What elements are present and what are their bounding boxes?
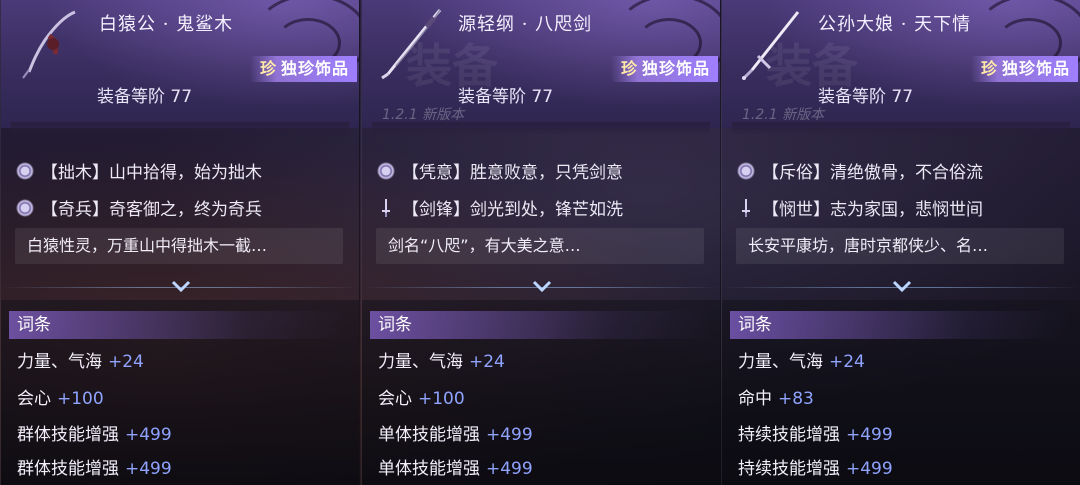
stats-header: 词条 [9, 311, 349, 339]
stat-value: +499 [125, 425, 172, 445]
effect-text: 【斥俗】清绝傲骨，不合俗流 [762, 163, 983, 183]
effect-line: 【拙木】山中拾得，始为拙木 [15, 152, 355, 189]
stat-row: 持续技能增强 +499 [738, 420, 893, 445]
item-description[interactable]: 长安平康坊，唐时京都侠少、名… [736, 228, 1064, 264]
stat-value: +499 [846, 425, 893, 445]
stat-value: +83 [778, 389, 814, 409]
stat-value: +24 [469, 352, 505, 372]
stat-name: 力量、气海 [17, 352, 102, 372]
effect-text: 【悯世】志为家国，悲悯世间 [762, 200, 983, 220]
effect-line: 【悯世】志为家国，悲悯世间 [736, 189, 1076, 226]
effect-text: 【剑锋】剑光到处，锋芒如洗 [402, 200, 623, 220]
item-description[interactable]: 剑名“八咫”，有大美之意… [376, 228, 704, 264]
stat-row: 力量、气海 +24 [378, 347, 505, 372]
rarity-label: 独珍饰品 [1001, 59, 1070, 78]
stat-value: +100 [418, 389, 465, 409]
effect-list: 【斥俗】清绝傲骨，不合俗流 【悯世】志为家国，悲悯世间 [736, 152, 1076, 226]
stat-row: 命中 +83 [738, 384, 814, 409]
scrolled-header-fragment [732, 122, 1070, 134]
effect-text: 【奇兵】奇客御之，终为奇兵 [41, 200, 262, 220]
stat-name: 会心 [378, 389, 412, 409]
stat-name: 持续技能增强 [738, 425, 840, 445]
stat-row: 力量、气海 +24 [738, 347, 865, 372]
flower-icon [15, 160, 35, 181]
effect-text: 【拙木】山中拾得，始为拙木 [41, 163, 262, 183]
watermark-version: 1.2.1 新版本 [742, 107, 825, 123]
stat-name: 持续技能增强 [738, 459, 840, 479]
item-title: 源轻纲 · 八咫剑 [458, 14, 593, 35]
stat-row: 群体技能增强 +499 [17, 454, 172, 479]
flower-icon [15, 197, 35, 218]
rarity-label: 独珍饰品 [280, 59, 349, 78]
stat-value: +499 [486, 425, 533, 445]
curved-sword-icon [376, 6, 446, 80]
stat-row: 持续技能增强 +499 [738, 454, 893, 479]
stat-row: 会心 +100 [378, 384, 465, 409]
rarity-label: 独珍饰品 [641, 59, 710, 78]
item-card-whip[interactable]: 白猿公 · 鬼鲨木 珍独珍饰品 装备等阶 77 【拙木】山中拾得，始为拙木 【奇… [0, 0, 360, 485]
stat-value: +100 [57, 389, 104, 409]
sword-icon [736, 198, 756, 218]
stat-name: 单体技能增强 [378, 425, 480, 445]
straight-sword-icon [736, 6, 806, 80]
item-card-straight-sword[interactable]: 装备 1.2.1 新版本 公孙大娘 · 天下情 珍独珍饰品 装备等阶 77 【斥… [721, 0, 1080, 485]
stat-name: 力量、气海 [738, 352, 823, 372]
effect-line: 【剑锋】剑光到处，锋芒如洗 [376, 189, 716, 226]
stat-row: 力量、气海 +24 [17, 347, 144, 372]
rarity-prefix: 珍 [980, 59, 998, 78]
rarity-badge: 珍独珍饰品 [249, 56, 357, 82]
stat-value: +499 [125, 459, 172, 479]
item-description[interactable]: 白猿性灵，万重山中得拙木一截… [15, 228, 343, 264]
rarity-prefix: 珍 [259, 59, 277, 78]
stat-value: +499 [846, 459, 893, 479]
stat-row: 单体技能增强 +499 [378, 454, 533, 479]
chevron-down-icon[interactable] [169, 279, 193, 295]
effect-text: 【凭意】胜意败意，只凭剑意 [402, 163, 623, 183]
rarity-badge: 珍独珍饰品 [610, 56, 718, 82]
chevron-down-icon[interactable] [890, 279, 914, 295]
whip-icon [15, 6, 85, 80]
stat-name: 单体技能增强 [378, 459, 480, 479]
stat-value: +24 [108, 352, 144, 372]
flower-icon [376, 160, 396, 181]
sword-icon [376, 198, 396, 218]
chevron-down-icon[interactable] [530, 279, 554, 295]
effect-line: 【斥俗】清绝傲骨，不合俗流 [736, 152, 1076, 189]
scrolled-header-fragment [372, 122, 710, 134]
item-title: 公孙大娘 · 天下情 [818, 14, 972, 35]
effect-list: 【拙木】山中拾得，始为拙木 【奇兵】奇客御之，终为奇兵 [15, 152, 355, 226]
stat-row: 群体技能增强 +499 [17, 420, 172, 445]
watermark-version: 1.2.1 新版本 [382, 107, 465, 123]
stat-value: +499 [486, 459, 533, 479]
equipment-grade: 装备等阶 77 [458, 87, 554, 107]
stat-row: 会心 +100 [17, 384, 104, 409]
flower-icon [736, 160, 756, 181]
item-title: 白猿公 · 鬼鲨木 [99, 14, 234, 35]
equipment-grade: 装备等阶 77 [818, 87, 914, 107]
equipment-grade: 装备等阶 77 [97, 87, 193, 107]
rarity-prefix: 珍 [620, 59, 638, 78]
rarity-badge: 珍独珍饰品 [970, 56, 1078, 82]
stats-header: 词条 [370, 311, 710, 339]
stats-header: 词条 [730, 311, 1070, 339]
stat-row: 单体技能增强 +499 [378, 420, 533, 445]
effect-list: 【凭意】胜意败意，只凭剑意 【剑锋】剑光到处，锋芒如洗 [376, 152, 716, 226]
stat-value: +24 [829, 352, 865, 372]
effect-line: 【凭意】胜意败意，只凭剑意 [376, 152, 716, 189]
effect-line: 【奇兵】奇客御之，终为奇兵 [15, 189, 355, 226]
stat-name: 群体技能增强 [17, 425, 119, 445]
stat-name: 力量、气海 [378, 352, 463, 372]
stat-name: 群体技能增强 [17, 459, 119, 479]
scrolled-header-fragment [11, 122, 349, 134]
stat-name: 会心 [17, 389, 51, 409]
item-card-sword[interactable]: 装备 1.2.1 新版本 源轻纲 · 八咫剑 珍独珍饰品 装备等阶 77 【凭意… [361, 0, 721, 485]
stat-name: 命中 [738, 389, 772, 409]
